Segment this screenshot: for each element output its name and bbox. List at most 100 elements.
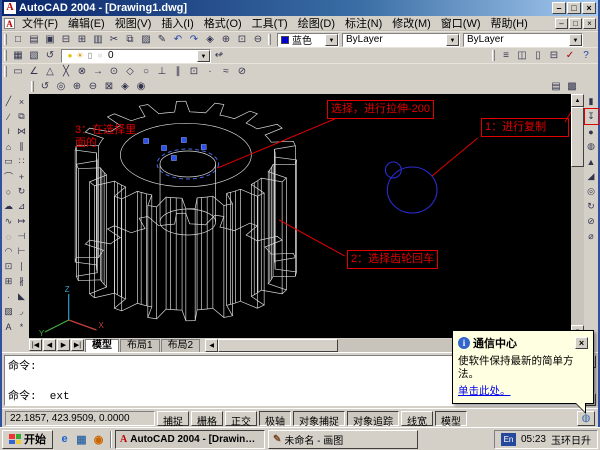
spline-icon[interactable]: ∿ xyxy=(2,214,15,229)
line-icon[interactable]: ╱ xyxy=(2,94,15,109)
snap-insertion-icon[interactable]: ⊡ xyxy=(186,65,202,79)
hide-icon[interactable]: ▩ xyxy=(564,80,580,94)
hatch-icon[interactable]: ▨ xyxy=(2,304,15,319)
layer-on-icon[interactable]: ● xyxy=(65,51,75,60)
osnap-settings-icon[interactable]: ⊘ xyxy=(234,65,250,79)
tab-layout1[interactable]: 布局1 xyxy=(120,339,160,352)
snap-node-icon[interactable]: ∙ xyxy=(202,65,218,79)
child-close-button[interactable]: × xyxy=(583,18,596,29)
menu-format[interactable]: 格式(O) xyxy=(199,14,247,32)
tool-palettes-icon[interactable]: ▯ xyxy=(530,49,546,63)
offset-icon[interactable]: ∥ xyxy=(15,139,28,154)
open-icon[interactable]: ▤ xyxy=(26,33,42,47)
mirror-icon[interactable]: ⋈ xyxy=(15,124,28,139)
revolve-icon[interactable]: ↻ xyxy=(585,199,598,214)
snap-extension-icon[interactable]: → xyxy=(90,65,106,79)
sphere-icon[interactable]: ● xyxy=(585,124,598,139)
point-icon[interactable]: ∙ xyxy=(2,289,15,304)
make-block-icon[interactable]: ⊞ xyxy=(2,274,15,289)
designcenter-icon[interactable]: ◫ xyxy=(514,49,530,63)
status-polar[interactable]: 极轴 xyxy=(259,411,291,426)
break-icon[interactable]: ∦ xyxy=(15,274,28,289)
layer-freeze-icon[interactable]: ☀ xyxy=(75,51,85,60)
show-desktop-icon[interactable]: ▦ xyxy=(73,431,90,448)
new-icon[interactable]: □ xyxy=(10,33,26,47)
zoom-realtime-icon[interactable]: ⊕ xyxy=(218,33,234,47)
snap-midpoint-icon[interactable]: △ xyxy=(42,65,58,79)
start-button[interactable]: 开始 xyxy=(2,430,53,449)
polygon-icon[interactable]: ⌂ xyxy=(2,139,15,154)
tab-nav-1[interactable]: ◀ xyxy=(43,339,56,351)
explode-icon[interactable]: * xyxy=(15,319,28,334)
properties-icon[interactable]: ≡ xyxy=(498,49,514,63)
snap-from-icon[interactable]: ▭ xyxy=(10,65,26,79)
scroll-up-icon[interactable]: ▲ xyxy=(571,94,584,107)
scroll-left-icon[interactable]: ◀ xyxy=(205,339,218,352)
zoom-window-icon[interactable]: ⊡ xyxy=(234,33,250,47)
slice-icon[interactable]: ⊘ xyxy=(585,214,598,229)
rotate-icon[interactable]: ↻ xyxy=(15,184,28,199)
save-icon[interactable]: ▣ xyxy=(42,33,58,47)
toolbar-grip[interactable] xyxy=(31,81,34,92)
revision-cloud-icon[interactable]: ☁ xyxy=(2,199,15,214)
break-point-icon[interactable]: ∣ xyxy=(15,259,28,274)
close-button[interactable]: × xyxy=(582,2,596,14)
construction-line-icon[interactable]: ∕ xyxy=(2,109,15,124)
circle-icon[interactable]: ○ xyxy=(2,184,15,199)
toolbar-grip[interactable] xyxy=(4,50,7,61)
toolbar-grip[interactable] xyxy=(4,34,7,45)
task-paint[interactable]: ✎未命名 - 画图 xyxy=(268,430,418,449)
zoom-previous-icon[interactable]: ⊖ xyxy=(250,33,266,47)
menu-tools[interactable]: 工具(T) xyxy=(247,14,293,32)
snap-intersection-icon[interactable]: ╳ xyxy=(58,65,74,79)
grip-handle[interactable] xyxy=(171,156,176,161)
child-minimize-button[interactable]: – xyxy=(555,18,568,29)
rectangle-icon[interactable]: ▭ xyxy=(2,154,15,169)
dropdown-arrow-icon[interactable]: ▼ xyxy=(446,34,459,46)
tab-layout2[interactable]: 布局2 xyxy=(161,339,201,352)
toolbar-grip[interactable] xyxy=(4,66,7,77)
fillet-icon[interactable]: ◞ xyxy=(15,304,28,319)
menu-view[interactable]: 视图(V) xyxy=(110,14,157,32)
tab-nav-3[interactable]: ▶| xyxy=(71,339,84,351)
snap-apparent-intersection-icon[interactable]: ⊗ xyxy=(74,65,90,79)
snap-endpoint-icon[interactable]: ∠ xyxy=(26,65,42,79)
ie-quicklaunch-icon[interactable]: e xyxy=(56,431,73,448)
move-icon[interactable]: + xyxy=(15,169,28,184)
dropdown-arrow-icon[interactable]: ▼ xyxy=(325,34,338,46)
dropdown-arrow-icon[interactable]: ▼ xyxy=(569,34,582,46)
copy-icon[interactable]: ⧉ xyxy=(15,109,28,124)
ellipse-arc-icon[interactable]: ◠ xyxy=(2,244,15,259)
array-icon[interactable]: ∷ xyxy=(15,154,28,169)
tab-nav-2[interactable]: ▶ xyxy=(57,339,70,351)
scale-icon[interactable]: ⊿ xyxy=(15,199,28,214)
cut-icon[interactable]: ✂ xyxy=(106,33,122,47)
zoom-extents-icon[interactable]: ⊠ xyxy=(101,80,117,94)
layer-manager-icon[interactable]: ▦ xyxy=(10,49,26,63)
layer-color-swatch-icon[interactable]: ■ xyxy=(95,51,105,60)
wedge-icon[interactable]: ◢ xyxy=(585,169,598,184)
snap-center-icon[interactable]: ⊙ xyxy=(106,65,122,79)
toolbar-grip[interactable] xyxy=(492,50,495,61)
torus-icon[interactable]: ◎ xyxy=(585,184,598,199)
minimize-button[interactable]: – xyxy=(552,2,566,14)
menu-file[interactable]: 文件(F) xyxy=(17,14,63,32)
plot-preview-icon[interactable]: ⊞ xyxy=(74,33,90,47)
menu-draw[interactable]: 绘图(D) xyxy=(293,14,340,32)
ellipse-icon[interactable]: ◌ xyxy=(2,229,15,244)
tab-model[interactable]: 模型 xyxy=(85,339,119,352)
snap-nearest-icon[interactable]: ≈ xyxy=(218,65,234,79)
linetype-dropdown[interactable]: ByLayer ▼ xyxy=(342,33,460,47)
extrude-icon[interactable]: ↧ xyxy=(585,109,598,124)
language-indicator[interactable]: En xyxy=(501,433,516,446)
menu-edit[interactable]: 编辑(E) xyxy=(63,14,110,32)
chamfer-icon[interactable]: ◣ xyxy=(15,289,28,304)
layer-previous-icon[interactable]: ↫ xyxy=(211,49,227,63)
menu-dimension[interactable]: 标注(N) xyxy=(340,14,387,32)
status-model[interactable]: 模型 xyxy=(435,411,467,426)
erase-icon[interactable]: × xyxy=(15,94,28,109)
help-icon[interactable]: ? xyxy=(578,49,594,63)
dropdown-arrow-icon[interactable]: ▼ xyxy=(197,50,210,62)
grip-handle[interactable] xyxy=(201,145,206,150)
drawing-viewport[interactable]: XYZ 选择，进行拉伸-200 1：进行复制 2：选择齿轮回车 3：在选择里面的 xyxy=(29,94,571,338)
